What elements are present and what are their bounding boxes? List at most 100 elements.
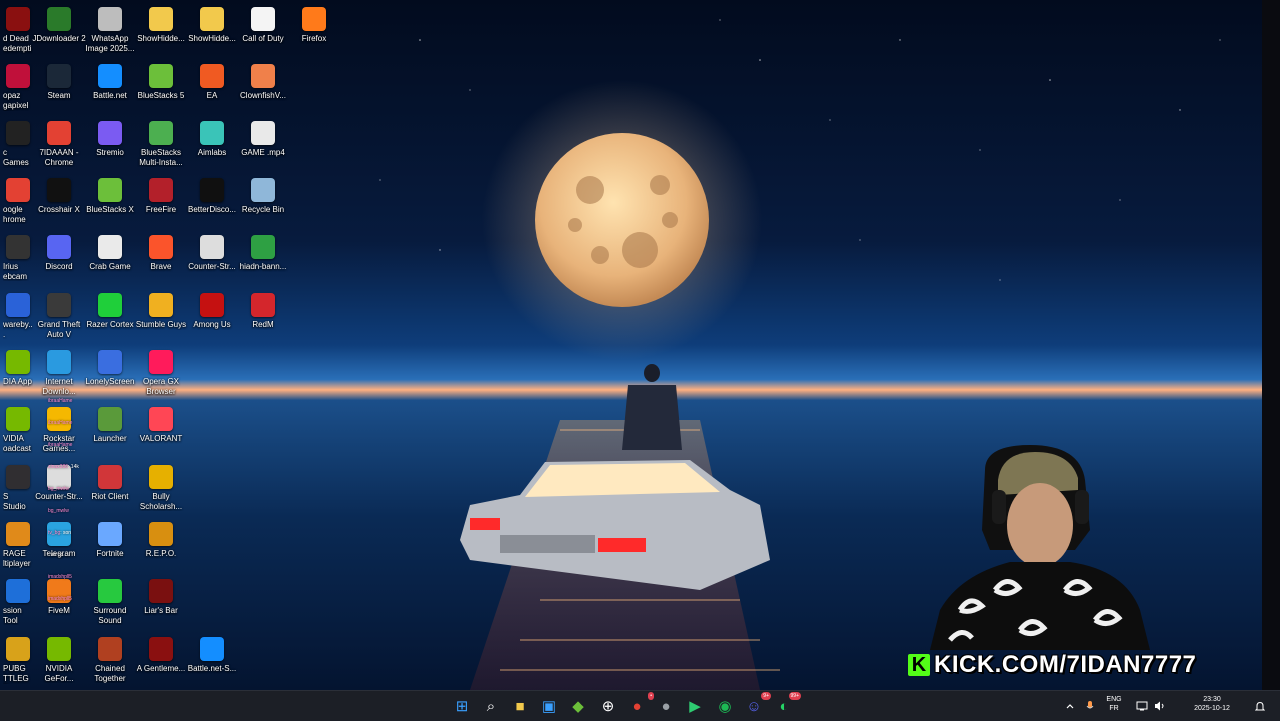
desktop-icon-label: Firefox [301, 34, 327, 43]
desktop-icon[interactable]: Recycle Bin [237, 173, 289, 229]
desktop-icon-label: oogle hrome [3, 205, 26, 224]
idm-icon [47, 350, 71, 374]
search-icon[interactable]: ⌕ [481, 696, 501, 716]
chrome-icon[interactable]: ● • [627, 692, 654, 716]
desktop-icon[interactable]: WhatsApp Image 2025... [84, 2, 136, 58]
chat-username: zinax386 [48, 464, 69, 470]
chevron-up-icon[interactable] [1060, 696, 1080, 716]
desktop-icon[interactable]: Call of Duty [237, 2, 289, 58]
desktop-icon[interactable]: EA [186, 59, 238, 115]
desktop-icon[interactable]: Grand Theft Auto V [33, 288, 85, 344]
desktop-icon[interactable]: ShowHidde... [135, 2, 187, 58]
obs-icon [6, 465, 30, 489]
freefire-icon [149, 178, 173, 202]
desktop-icon-label: Steam [47, 91, 71, 100]
volume-icon[interactable] [1150, 696, 1170, 716]
chat-username: imadxhpll5 [48, 574, 72, 580]
clock[interactable]: 23:30 2025-10-12 [1184, 695, 1240, 713]
desktop-icon-label: EA [206, 91, 218, 100]
tool-icon [6, 579, 30, 603]
desktop-icon[interactable]: GAME .mp4 [237, 116, 289, 172]
desktop-icon[interactable]: NVIDIA GeFor... [33, 632, 85, 688]
desktop-icon[interactable]: Battle.net [84, 59, 136, 115]
windows-start-icon[interactable]: ⊞ [452, 696, 472, 716]
stream-url-text: KICK.COM/7IDAN7777 [934, 651, 1197, 678]
desktop-icon[interactable]: ShowHidde... [186, 2, 238, 58]
desktop-icon-label: wareby... [3, 320, 33, 339]
desktop-icon-label: JDownloader 2 [32, 34, 86, 43]
desktop-icon[interactable]: ClownfishV... [237, 59, 289, 115]
crosshair-icon[interactable]: ⊕ [598, 696, 618, 716]
whatsapp-icon[interactable]: ◐ 99+ [774, 692, 801, 716]
desktop-icon[interactable]: hiadn-bann... [237, 230, 289, 286]
play-icon[interactable]: ▶ [685, 696, 705, 716]
stream-url-banner: K KICK.COM/7IDAN7777 [908, 650, 1196, 680]
desktop-icon[interactable]: Crab Game [84, 230, 136, 286]
desktop-icon-label: VIDIA oadcast [3, 434, 32, 453]
screen-edge [1262, 0, 1280, 690]
desktop-icon-label: Liar's Bar [144, 606, 178, 615]
desktop-icon[interactable]: Counter-Str... [186, 230, 238, 286]
desktop-icon[interactable]: Discord [33, 230, 85, 286]
microphone-icon[interactable] [1080, 696, 1100, 716]
language-primary: ENG [1106, 696, 1122, 703]
microsoft-store-icon[interactable]: ▣ [539, 696, 559, 716]
desktop-icon-label: ShowHidde... [188, 34, 236, 43]
chrome-icon[interactable]: ● [656, 696, 676, 716]
desktop-icon[interactable]: Stumble Guys [135, 288, 187, 344]
chat-message: : ah bo... [48, 552, 67, 558]
desktop-icon-label: c Games uncher [3, 148, 29, 168]
chat-text: : ah bo... [48, 552, 68, 558]
desktop-icon[interactable]: RedM [237, 288, 289, 344]
desktop-icon[interactable]: Firefox [288, 2, 340, 58]
desktop-icon[interactable]: Aimlabs [186, 116, 238, 172]
desktop-icon[interactable]: Razer Cortex [84, 288, 136, 344]
desktop-icon[interactable]: Chained Together [84, 632, 136, 688]
desktop-icon[interactable]: BlueStacks X [84, 173, 136, 229]
stream-chat-overlay: ibraaHame ibraaHame ibraaHame zinax386: 14k… [44, 398, 104, 628]
crosshair-icon [47, 178, 71, 202]
file-explorer-icon[interactable]: ■ [510, 696, 530, 716]
desktop-icon[interactable]: Internet Downlo... [33, 345, 85, 401]
desktop-icon[interactable]: Bully Scholarsh... [135, 460, 187, 516]
desktop-icon-label: R.E.P.O. [145, 549, 177, 558]
desktop-icon[interactable]: BetterDisco... [186, 173, 238, 229]
desktop-icon[interactable]: VALORANT [135, 402, 187, 458]
desktop-icon[interactable]: BlueStacks Multi-Insta... [135, 116, 187, 172]
desktop-icon-label: opaz gapixel AI [3, 91, 29, 111]
desktop-icon-label: WhatsApp Image 2025... [85, 34, 135, 53]
bluestacks-icon[interactable]: ◆ [568, 696, 588, 716]
desktop-icon[interactable]: BlueStacks 5 [135, 59, 187, 115]
aimlabs-icon [200, 121, 224, 145]
desktop-icon[interactable]: JDownloader 2 [32, 2, 86, 58]
desktop-icon[interactable]: R.E.P.O. [135, 517, 187, 573]
desktop-icon[interactable]: LonelyScreen [84, 345, 136, 401]
desktop-icon[interactable]: Crosshair X [33, 173, 85, 229]
discord-icon[interactable]: ☺ 9+ [744, 692, 771, 716]
desktop-icon[interactable]: 7IDAAAN - Chrome [33, 116, 85, 172]
file-icon [251, 7, 275, 31]
spotify-icon[interactable]: ◉ [715, 696, 735, 716]
desktop-icon[interactable]: FreeFire [135, 173, 187, 229]
desktop-icon-label: BlueStacks Multi-Insta... [139, 148, 183, 167]
desktop-icon-label: ShowHidde... [137, 34, 185, 43]
desktop-icon[interactable]: Stremio [84, 116, 136, 172]
chat-message: tv_bg: son [48, 530, 71, 536]
chat-text: : son [60, 530, 72, 536]
desktop-icon[interactable]: Steam [33, 59, 85, 115]
desktop-icon[interactable]: Battle.net-S... [186, 632, 238, 688]
language-indicator[interactable]: ENG FR [1102, 695, 1126, 713]
razer-icon [98, 293, 122, 317]
valorant-icon [149, 407, 173, 431]
chat-message: ibraaHame [48, 398, 72, 404]
desktop-icon[interactable]: A Gentleme... [135, 632, 187, 688]
desktop-icon[interactable]: Among Us [186, 288, 238, 344]
notification-bell-icon[interactable] [1250, 696, 1270, 716]
desktop-icon[interactable]: Liar's Bar [135, 574, 187, 630]
chrome-icon [6, 178, 30, 202]
desktop-icon[interactable]: Opera GX Browser [135, 345, 187, 401]
desktop-icon[interactable]: Brave [135, 230, 187, 286]
network-icon[interactable] [1132, 696, 1152, 716]
nvidia-icon [47, 637, 71, 661]
chat-username: ibraaHame [48, 398, 73, 404]
